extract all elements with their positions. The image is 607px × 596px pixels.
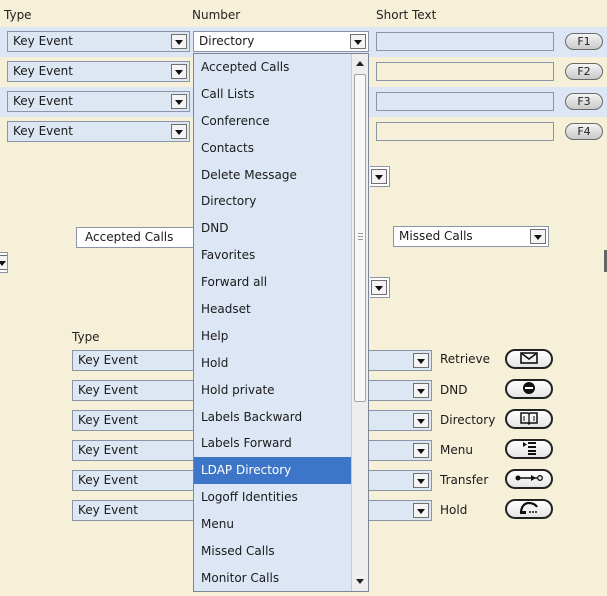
edge-select-arrow[interactable] — [0, 252, 8, 273]
number-column-header: Number — [192, 8, 241, 22]
do-not-disturb-icon — [522, 381, 536, 398]
function-label-directory: Directory — [440, 413, 496, 427]
dropdown-option[interactable]: Hold private — [194, 377, 351, 404]
number-dropdown-list[interactable]: Accepted Calls Call Lists Conference Contac… — [193, 53, 369, 592]
dropdown-option[interactable]: Favorites — [194, 242, 351, 269]
dropdown-option[interactable]: Hold — [194, 350, 351, 377]
type-select-row-3[interactable]: Key Event — [7, 91, 190, 112]
menu-button[interactable] — [505, 439, 553, 459]
chevron-down-icon — [171, 34, 187, 49]
scroll-up-arrow-icon[interactable] — [356, 61, 364, 66]
grip-line — [358, 233, 363, 234]
chevron-down-icon — [413, 503, 429, 518]
chevron-down-icon — [530, 229, 546, 244]
dropdown-option[interactable]: Menu — [194, 511, 351, 538]
dropdown-option[interactable]: DND — [194, 215, 351, 242]
short-text-input-row-3[interactable] — [376, 92, 554, 111]
chevron-down-icon — [371, 169, 387, 184]
fkey-button-f3[interactable]: F3 — [565, 93, 603, 110]
number-select[interactable]: Directory — [193, 31, 369, 52]
chevron-down-icon — [171, 64, 187, 79]
dropdown-option[interactable]: Delete Message — [194, 162, 351, 189]
transfer-icon — [515, 472, 543, 486]
type-column-header: Type — [4, 8, 32, 22]
chevron-down-icon — [413, 353, 429, 368]
short-text-input-row-4[interactable] — [376, 122, 554, 141]
dropdown-option[interactable]: Headset — [194, 296, 351, 323]
handset-icon — [519, 501, 539, 518]
book-icon — [519, 411, 539, 428]
chevron-down-icon — [413, 413, 429, 428]
dropdown-option[interactable]: Missed Calls — [194, 538, 351, 565]
short-text-input-row-2[interactable] — [376, 62, 554, 81]
fkey-button-f4[interactable]: F4 — [565, 123, 603, 140]
function-label-hold: Hold — [440, 503, 468, 517]
dropdown-option[interactable]: Directory — [194, 188, 351, 215]
type-select-row-2[interactable]: Key Event — [7, 61, 190, 82]
function-label-dnd: DND — [440, 383, 468, 397]
dnd-button[interactable] — [505, 379, 553, 399]
chevron-down-icon — [413, 473, 429, 488]
function-label-transfer: Transfer — [440, 473, 489, 487]
right-function-select[interactable]: Missed Calls — [393, 226, 549, 247]
dropdown-option[interactable]: Labels Forward — [194, 430, 351, 457]
hidden-select-arrow-1[interactable] — [370, 166, 390, 187]
type-select-row-1[interactable]: Key Event — [7, 31, 190, 52]
dropdown-option[interactable]: LDAP Directory — [194, 457, 351, 485]
grip-line — [358, 239, 363, 240]
dropdown-option[interactable]: Call Lists — [194, 81, 351, 108]
dropdown-option[interactable]: Forward all — [194, 269, 351, 296]
chevron-down-icon — [413, 383, 429, 398]
chevron-down-icon — [350, 34, 366, 49]
lower-type-header: Type — [72, 330, 100, 344]
chevron-down-icon — [371, 280, 387, 295]
dropdown-option[interactable]: Conference — [194, 108, 351, 135]
short-text-column-header: Short Text — [376, 8, 437, 22]
chevron-down-icon — [171, 124, 187, 139]
grip-line — [358, 236, 363, 237]
dropdown-option[interactable]: Logoff Identities — [194, 484, 351, 511]
dropdown-option[interactable]: Monitor Calls — [194, 565, 351, 591]
short-text-input-row-1[interactable] — [376, 32, 554, 51]
dropdown-option[interactable]: Help — [194, 323, 351, 350]
dropdown-option[interactable]: Labels Backward — [194, 404, 351, 431]
chevron-down-icon — [171, 94, 187, 109]
menu-list-icon — [521, 441, 537, 458]
retrieve-button[interactable] — [505, 349, 553, 369]
function-label-menu: Menu — [440, 443, 473, 457]
fkey-button-f1[interactable]: F1 — [565, 33, 603, 50]
scroll-down-arrow-icon[interactable] — [356, 579, 364, 584]
envelope-icon — [520, 351, 538, 367]
left-function-select[interactable]: Accepted Calls — [76, 227, 196, 248]
scrollbar-thumb[interactable] — [354, 74, 366, 402]
hidden-select-arrow-2[interactable] — [370, 277, 390, 298]
chevron-down-icon — [413, 443, 429, 458]
directory-button[interactable] — [505, 409, 553, 429]
dropdown-options: Accepted Calls Call Lists Conference Contac… — [194, 54, 368, 591]
dropdown-option[interactable]: Contacts — [194, 135, 351, 162]
dropdown-option[interactable]: Accepted Calls — [194, 54, 351, 81]
chevron-down-icon — [0, 255, 7, 270]
fkey-button-f2[interactable]: F2 — [565, 63, 603, 80]
dropdown-scrollbar[interactable] — [351, 54, 368, 591]
transfer-button[interactable] — [505, 469, 553, 489]
hold-button[interactable] — [505, 499, 553, 519]
type-select-row-4[interactable]: Key Event — [7, 121, 190, 142]
function-label-retrieve: Retrieve — [440, 352, 491, 366]
